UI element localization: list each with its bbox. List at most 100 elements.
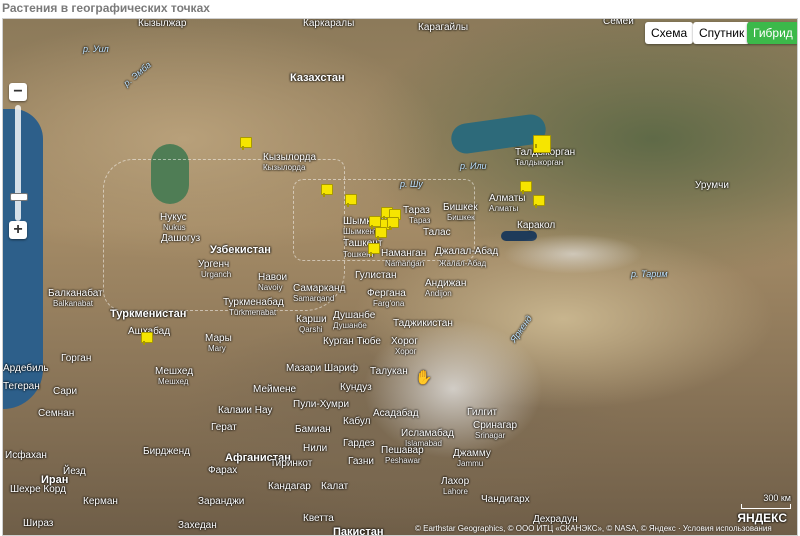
map-label: Каркаралы — [303, 18, 355, 29]
scheme-map-button[interactable]: Схема — [645, 22, 694, 44]
city-label: Душанбе — [333, 310, 376, 321]
city-sublabel: Peshawar — [385, 456, 421, 465]
city-label: Бишкек — [443, 202, 478, 213]
zoom-slider-thumb[interactable] — [10, 193, 28, 201]
city-label: Курган Тюбе — [323, 336, 381, 347]
city-label: Исфахан — [5, 450, 47, 461]
plant-marker[interactable] — [368, 243, 380, 256]
city-label: Кандагар — [268, 481, 311, 492]
city-sublabel: Бишкек — [447, 213, 475, 222]
city-sublabel: Тараз — [409, 216, 431, 225]
city-label: Джамму — [453, 448, 491, 459]
city-label: Таджикистан — [393, 318, 453, 329]
city-label: Балканабат — [48, 288, 103, 299]
city-label: Керман — [83, 496, 118, 507]
city-sublabel: Mary — [208, 344, 226, 353]
city-label: Тараз — [403, 205, 430, 216]
city-label: Шехре Корд — [10, 484, 66, 495]
city-label: Кызылорда — [263, 152, 317, 163]
city-label: Андижан — [425, 278, 467, 289]
city-label: Каракол — [517, 220, 556, 231]
plant-marker[interactable] — [520, 181, 532, 194]
river-label: р. Или — [460, 161, 487, 171]
city-label: Горган — [61, 353, 92, 364]
city-label: Мешхед — [155, 366, 194, 377]
city-label: Семнан — [38, 408, 75, 419]
city-label: Талас — [423, 227, 451, 238]
plant-marker[interactable] — [375, 227, 387, 240]
city-sublabel: Andijon — [425, 289, 452, 298]
hybrid-map-button[interactable]: Гибрид — [747, 22, 797, 44]
city-label: Газни — [348, 456, 374, 467]
tianshan-snow — [503, 234, 643, 274]
city-label: Йезд — [63, 466, 86, 477]
plant-marker[interactable] — [533, 195, 545, 208]
country-label: Казахстан — [290, 72, 345, 84]
city-label: Кветта — [303, 513, 334, 524]
city-label: Сари — [53, 386, 78, 397]
city-sublabel: Мешхед — [158, 377, 189, 386]
plant-marker[interactable] — [321, 184, 333, 197]
city-label: Бамиан — [295, 424, 331, 435]
city-sublabel: Qarshi — [299, 325, 323, 334]
city-label: Мары — [205, 333, 232, 344]
city-label: Калат — [321, 481, 349, 492]
yandex-logo[interactable]: ЯНДЕКС — [737, 512, 787, 524]
city-sublabel: Samarqand — [293, 294, 335, 303]
city-label: Талукан — [370, 366, 408, 377]
city-label: Гилгит — [467, 407, 498, 418]
map-label: Карагайлы — [418, 22, 469, 33]
city-label: Тиринкот — [270, 458, 313, 469]
map-attribution[interactable]: © Earthstar Geographics, © ООО ИТЦ «СКАН… — [415, 524, 772, 533]
city-sublabel: Nukus — [163, 223, 186, 232]
city-sublabel: Кызылорда — [263, 163, 306, 172]
city-label: Кундуз — [340, 382, 372, 393]
hand-cursor-icon: ✋ — [415, 369, 433, 385]
city-label: Исламабад — [401, 428, 454, 439]
plant-marker[interactable] — [240, 137, 252, 150]
plant-marker[interactable] — [141, 332, 153, 345]
city-label: Шираз — [23, 518, 54, 529]
city-label: Захедан — [178, 520, 217, 531]
city-label: Фарах — [208, 465, 238, 476]
city-sublabel: Srinagar — [475, 431, 506, 440]
city-label: Хорог — [391, 336, 418, 347]
zoom-in-button[interactable]: + — [9, 221, 27, 239]
city-sublabel: Душанбе — [333, 321, 367, 330]
city-label: Ардебиль — [3, 363, 49, 374]
zoom-slider-track[interactable] — [15, 105, 21, 221]
city-sublabel: Хорог — [395, 347, 417, 356]
scale-bar — [741, 504, 791, 509]
plant-marker[interactable] — [387, 217, 399, 230]
river-label: р. Шу — [400, 179, 423, 189]
city-label: Алматы — [489, 193, 526, 204]
city-label: Лахор — [441, 476, 470, 487]
zoom-control[interactable]: − + — [9, 83, 28, 243]
country-label: Туркменистан — [110, 308, 187, 320]
plant-marker[interactable] — [345, 194, 357, 207]
city-label: Сринагар — [473, 420, 518, 431]
zoom-out-button[interactable]: − — [9, 83, 27, 101]
city-label: Нили — [303, 443, 328, 454]
satellite-map-button[interactable]: Спутник — [693, 22, 751, 44]
city-label: Карши — [296, 314, 327, 325]
city-label: Джалал-Абад — [435, 246, 499, 257]
map-view[interactable]: Схема Спутник Гибрид − + Кызылжар Каркар… — [2, 18, 798, 536]
city-label: Самарканд — [293, 283, 346, 294]
city-sublabel: Жалал-Абад — [439, 259, 487, 268]
city-label: Кабул — [343, 416, 371, 427]
page-title: Растения в географических точках — [2, 1, 210, 15]
city-label: Ургенч — [198, 259, 230, 270]
city-sublabel: Jammu — [457, 459, 484, 468]
city-sublabel: Navoiy — [258, 283, 283, 292]
plant-marker[interactable] — [533, 135, 551, 153]
city-sublabel: Талдыкорган — [515, 158, 564, 167]
country-label: Узбекистан — [210, 244, 271, 256]
city-label: Нукус — [160, 212, 187, 223]
map-label: Кызылжар — [138, 18, 187, 29]
map-label: Семей — [603, 18, 634, 27]
country-label: Пакистан — [333, 526, 384, 536]
city-label: Наманган — [381, 248, 427, 259]
city-label: Дашогуз — [161, 233, 201, 244]
river-label: р. Тарим — [631, 269, 668, 279]
